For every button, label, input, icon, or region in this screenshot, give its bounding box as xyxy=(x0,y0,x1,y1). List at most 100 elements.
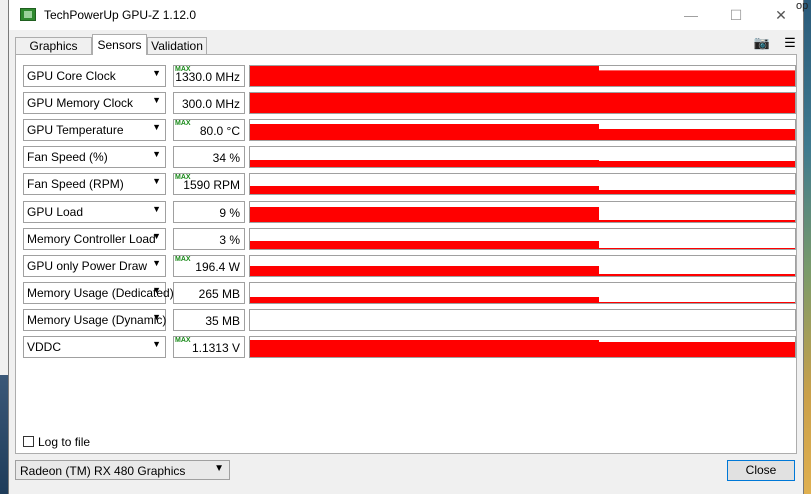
sensor-value-box[interactable]: MAX 1.1313 V xyxy=(173,336,245,358)
sensor-graph-area xyxy=(250,241,795,249)
sensor-graph-svg xyxy=(250,266,795,276)
sensor-value-box[interactable]: MAX 80.0 °C xyxy=(173,119,245,141)
sensor-graph-svg xyxy=(250,207,795,222)
sensor-value-box[interactable]: MAX 1590 RPM xyxy=(173,173,245,195)
sensor-name-dropdown[interactable]: GPU only Power Draw ▼ xyxy=(23,255,166,277)
minimize-button[interactable]: — xyxy=(668,0,714,30)
sensor-graph-area xyxy=(250,93,795,113)
sensor-graph-svg xyxy=(250,186,795,194)
sensor-value-box[interactable]: 34 % xyxy=(173,146,245,168)
sensor-graph-area xyxy=(250,207,795,222)
sensor-value-box[interactable]: 300.0 MHz xyxy=(173,92,245,114)
sensor-name: VDDC xyxy=(27,340,62,354)
sensor-row: GPU Core Clock ▼ MAX 1330.0 MHz xyxy=(23,65,797,87)
sensor-name: GPU only Power Draw xyxy=(27,259,148,273)
sensor-graph xyxy=(249,282,796,304)
sensor-row: GPU only Power Draw ▼ MAX 196.4 W xyxy=(23,255,797,277)
sensor-name: Memory Usage (Dynamic) xyxy=(27,313,167,327)
sensor-graph xyxy=(249,336,796,358)
sensor-graph-svg xyxy=(250,66,795,86)
sensor-graph xyxy=(249,309,796,331)
chevron-down-icon: ▼ xyxy=(152,149,161,159)
sensor-row: Memory Usage (Dedicated) ▼ 265 MB xyxy=(23,282,797,304)
sensor-graph-svg xyxy=(250,310,795,330)
sensor-graph-svg xyxy=(250,297,795,303)
title-bar[interactable]: TechPowerUp GPU-Z 1.12.0 — ☐ ✕ xyxy=(9,0,803,30)
sensor-name-dropdown[interactable]: Fan Speed (%) ▼ xyxy=(23,146,166,168)
sensor-value: 9 % xyxy=(219,206,240,220)
sensor-value-box[interactable]: 35 MB xyxy=(173,309,245,331)
sensor-graph-area xyxy=(250,266,795,276)
max-indicator: MAX xyxy=(175,256,191,263)
sensor-row: GPU Load ▼ 9 % xyxy=(23,201,797,223)
sensor-graph-area xyxy=(250,124,795,140)
sensor-value-box[interactable]: 3 % xyxy=(173,228,245,250)
chevron-down-icon: ▼ xyxy=(152,231,161,241)
sensor-name-dropdown[interactable]: VDDC ▼ xyxy=(23,336,166,358)
sensor-name-dropdown[interactable]: GPU Temperature ▼ xyxy=(23,119,166,141)
sensor-value-box[interactable]: MAX 196.4 W xyxy=(173,255,245,277)
sensor-graph xyxy=(249,65,796,87)
sensor-row: GPU Memory Clock ▼ 300.0 MHz xyxy=(23,92,797,114)
sensor-name: Fan Speed (RPM) xyxy=(27,177,124,191)
max-indicator: MAX xyxy=(175,337,191,344)
sensor-graph-svg xyxy=(250,340,795,357)
sensor-row: VDDC ▼ MAX 1.1313 V xyxy=(23,336,797,358)
chevron-down-icon: ▼ xyxy=(152,258,161,268)
sensor-name-dropdown[interactable]: GPU Core Clock ▼ xyxy=(23,65,166,87)
sensor-name-dropdown[interactable]: Memory Usage (Dynamic) ▼ xyxy=(23,309,166,331)
sensor-value: 300.0 MHz xyxy=(181,97,240,111)
chevron-down-icon: ▼ xyxy=(152,204,161,214)
gpu-select-value: Radeon (TM) RX 480 Graphics xyxy=(20,464,186,478)
menu-button[interactable]: ☰ xyxy=(779,34,801,52)
sensor-graph xyxy=(249,92,796,114)
tab-graphics-card[interactable]: Graphics Card xyxy=(15,37,92,70)
gpuz-app-icon xyxy=(20,8,36,21)
sensor-graph xyxy=(249,228,796,250)
sensor-name: GPU Load xyxy=(27,205,84,219)
tab-validation[interactable]: Validation xyxy=(147,37,207,54)
sensor-name-dropdown[interactable]: Memory Controller Load ▼ xyxy=(23,228,166,250)
chevron-down-icon: ▼ xyxy=(214,463,224,474)
sensor-name: Memory Controller Load xyxy=(27,232,156,246)
tab-sensors[interactable]: Sensors xyxy=(92,34,147,55)
gpu-select[interactable]: Radeon (TM) RX 480 Graphics ▼ xyxy=(15,460,230,480)
sensor-name-dropdown[interactable]: GPU Load ▼ xyxy=(23,201,166,223)
close-button[interactable]: Close xyxy=(727,460,795,481)
chevron-down-icon: ▼ xyxy=(152,312,161,322)
sensor-row: Fan Speed (%) ▼ 34 % xyxy=(23,146,797,168)
log-to-file-checkbox[interactable] xyxy=(23,436,34,447)
sensor-name: GPU Temperature xyxy=(27,123,124,137)
chevron-down-icon: ▼ xyxy=(152,339,161,349)
sensor-name-dropdown[interactable]: Fan Speed (RPM) ▼ xyxy=(23,173,166,195)
window-title: TechPowerUp GPU-Z 1.12.0 xyxy=(44,8,197,22)
sensor-name-dropdown[interactable]: GPU Memory Clock ▼ xyxy=(23,92,166,114)
sensor-row: Memory Usage (Dynamic) ▼ 35 MB xyxy=(23,309,797,331)
sensor-value: 196.4 W xyxy=(195,260,240,274)
sensor-value-box[interactable]: MAX 1330.0 MHz xyxy=(173,65,245,87)
sensor-row: Fan Speed (RPM) ▼ MAX 1590 RPM xyxy=(23,173,797,195)
sensor-value: 1.1313 V xyxy=(191,341,240,355)
sensor-name: GPU Memory Clock xyxy=(27,96,134,110)
sensor-graph-svg xyxy=(250,241,795,249)
sensor-graph xyxy=(249,119,796,141)
gpuz-window: TechPowerUp GPU-Z 1.12.0 — ☐ ✕ Graphics … xyxy=(8,0,804,494)
sensor-graph xyxy=(249,255,796,277)
sensor-name-dropdown[interactable]: Memory Usage (Dedicated) ▼ xyxy=(23,282,174,304)
sensor-graph-area xyxy=(250,160,795,167)
screenshot-button[interactable]: 📷 xyxy=(751,34,773,52)
chevron-down-icon: ▼ xyxy=(152,122,161,132)
log-to-file-label: Log to file xyxy=(38,435,91,449)
chevron-down-icon: ▼ xyxy=(152,95,161,105)
sensor-value-box[interactable]: 265 MB xyxy=(173,282,245,304)
sensor-value: 1590 RPM xyxy=(183,178,240,192)
sensor-row: Memory Controller Load ▼ 3 % xyxy=(23,228,797,250)
sensor-value-box[interactable]: 9 % xyxy=(173,201,245,223)
sensor-name: Fan Speed (%) xyxy=(27,150,108,164)
sensor-value: 35 MB xyxy=(205,314,240,328)
maximize-button[interactable]: ☐ xyxy=(713,0,759,30)
chevron-down-icon: ▼ xyxy=(152,68,161,78)
sensor-graph-area xyxy=(250,297,795,303)
sensor-graph-svg xyxy=(250,93,795,113)
chevron-down-icon: ▼ xyxy=(152,285,161,295)
